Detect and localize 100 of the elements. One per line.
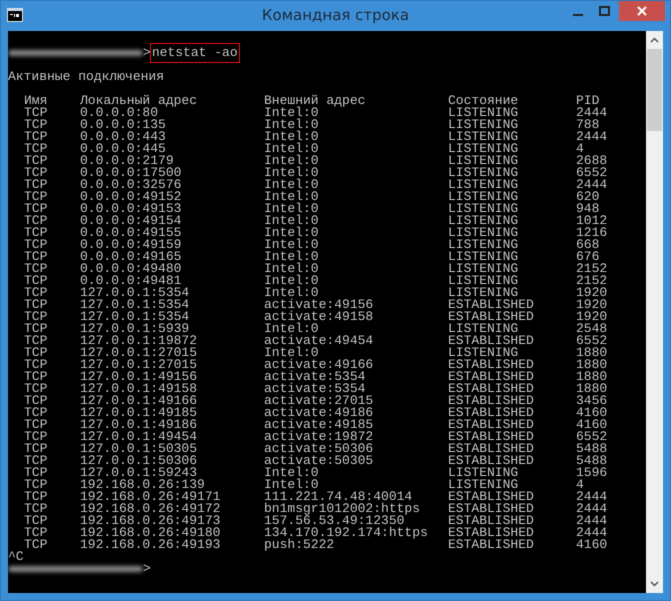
table-cell-text: 0.0.0.0:2179 (80, 155, 174, 167)
table-cell-text: LISTENING (448, 167, 520, 179)
table-cell-text: bn1msgr1012002:https (264, 503, 422, 515)
table-cell-text: 127.0.0.1:49166 (80, 395, 198, 407)
table-cell-text: 127.0.0.1:49185 (80, 407, 198, 419)
scroll-thumb[interactable] (647, 49, 662, 131)
table-cell-text: LISTENING (448, 275, 520, 287)
table-cell-text: 1216 (576, 227, 608, 239)
table-cell-text: TCP (24, 491, 48, 503)
table-cell-text: TCP (24, 527, 48, 539)
table-cell-text: 127.0.0.1:59243 (80, 467, 198, 479)
table-cell-text: activate:49185 (264, 419, 374, 431)
table-cell-text: TCP (24, 119, 48, 131)
table-cell-text: Intel:0 (264, 347, 319, 359)
table-cell-text: ESTABLISHED (448, 539, 535, 551)
table-cell-text: Intel:0 (264, 131, 320, 143)
table-cell-text: ESTABLISHED (448, 491, 535, 503)
table-cell-text: activate:49186 (264, 407, 374, 419)
table-cell-text: Intel:0 (264, 227, 320, 239)
interrupt-text: ^C (8, 551, 24, 563)
table-cell-text: 192.168.0.26:49180 (80, 527, 222, 539)
table-cell-text: ESTABLISHED (448, 383, 535, 395)
table-cell-text: 2444 (576, 179, 608, 191)
table-cell-text: 192.168.0.26:139 (80, 479, 205, 491)
table-cell-text: ESTABLISHED (448, 419, 535, 431)
table-cell-text: Intel:0 (264, 239, 320, 251)
table-cell-text: activate:49166 (264, 359, 374, 371)
table-cell-text: TCP (24, 335, 48, 347)
table-cell-text: TCP (24, 275, 48, 287)
table-cell-text: LISTENING (448, 143, 520, 155)
table-cell-text: ESTABLISHED (448, 431, 535, 443)
table-cell-text: TCP (24, 395, 48, 407)
table-cell-text: 6552 (576, 335, 608, 347)
minimize-icon (573, 14, 583, 16)
table-cell-text: 127.0.0.1:27015 (80, 347, 198, 359)
table-cell-text: TCP (24, 311, 48, 323)
table-cell-text: ESTABLISHED (448, 455, 535, 467)
table-cell-text: 4160 (576, 407, 608, 419)
table-cell-text: Intel:0 (264, 467, 320, 479)
table-cell-text: 0.0.0.0:49153 (80, 203, 182, 215)
table-cell-text: 0.0.0.0:445 (80, 143, 166, 155)
table-cell-text: TCP (24, 359, 48, 371)
column-header: Локальный адрес (80, 95, 198, 107)
scrollbar[interactable] (646, 31, 663, 593)
table-cell-text: Intel:0 (264, 323, 319, 335)
table-cell-text: TCP (24, 227, 48, 239)
table-cell-text: 2444 (576, 107, 608, 119)
table-cell-text: 0.0.0.0:135 (80, 119, 167, 131)
table-cell-text: TCP (24, 155, 48, 167)
table-cell-text: 127.0.0.1:50305 (80, 443, 198, 455)
table-cell-text: TCP (24, 107, 48, 119)
table-cell-text: LISTENING (448, 479, 518, 491)
table-cell-text: 0.0.0.0:49152 (80, 191, 182, 203)
table-cell-text: TCP (24, 143, 48, 155)
table-cell-text: LISTENING (448, 323, 518, 335)
table-cell-text: 1920 (576, 311, 608, 323)
table-cell-text: activate:49454 (264, 335, 374, 347)
table-cell-text: 948 (576, 203, 600, 215)
table-cell-text: TCP (24, 263, 48, 275)
close-icon (637, 6, 647, 16)
table-cell-text: activate:50306 (264, 443, 374, 455)
table-cell-text: LISTENING (448, 347, 518, 359)
table-cell-text: activate:19872 (264, 431, 374, 443)
table-cell-text: TCP (24, 251, 48, 263)
table-cell-text: 192.168.0.26:49172 (80, 503, 222, 515)
table-cell-text: Intel:0 (264, 479, 319, 491)
table-cell-text: 2548 (576, 323, 608, 335)
scroll-down-icon[interactable] (650, 581, 659, 587)
table-cell-text: TCP (24, 299, 48, 311)
table-cell-text: 127.0.0.1:49158 (80, 383, 198, 395)
table-cell-text: TCP (24, 203, 48, 215)
close-button[interactable] (619, 1, 665, 21)
maximize-icon (598, 6, 610, 16)
table-cell-text: LISTENING (448, 107, 520, 119)
table-cell-text: TCP (24, 443, 48, 455)
table-cell-text: 2444 (576, 491, 608, 503)
table-cell-text: 2444 (576, 131, 608, 143)
table-cell-text: 192.168.0.26:49193 (80, 539, 222, 551)
table-cell-text: TCP (24, 383, 48, 395)
table-cell-text: TCP (24, 503, 48, 515)
table-cell-text: push:5222 (264, 539, 334, 551)
table-cell-text: LISTENING (448, 251, 520, 263)
table-cell-text: TCP (24, 131, 48, 143)
table-cell-text: 2152 (576, 263, 608, 275)
table-cell-text: 127.0.0.1:5354 (80, 287, 190, 299)
table-cell-text: 111.221.74.48:40014 (264, 491, 412, 503)
table-cell-text: activate:5354 (264, 371, 366, 383)
window-title: Командная строка (262, 6, 410, 24)
table-cell-text: ESTABLISHED (448, 407, 535, 419)
scroll-up-icon[interactable] (650, 37, 659, 43)
table-cell-text: 0.0.0.0:49159 (80, 239, 182, 251)
table-cell-text: 5488 (576, 443, 608, 455)
table-cell-text: TCP (24, 467, 48, 479)
table-cell-text: Intel:0 (264, 275, 320, 287)
column-header: Состояние (448, 95, 520, 107)
table-cell-text: LISTENING (448, 215, 520, 227)
table-cell-text: ESTABLISHED (448, 515, 535, 527)
table-cell-text: 0.0.0.0:49165 (80, 251, 182, 263)
table-cell-text: LISTENING (448, 239, 520, 251)
table-cell-text: 4160 (576, 419, 608, 431)
